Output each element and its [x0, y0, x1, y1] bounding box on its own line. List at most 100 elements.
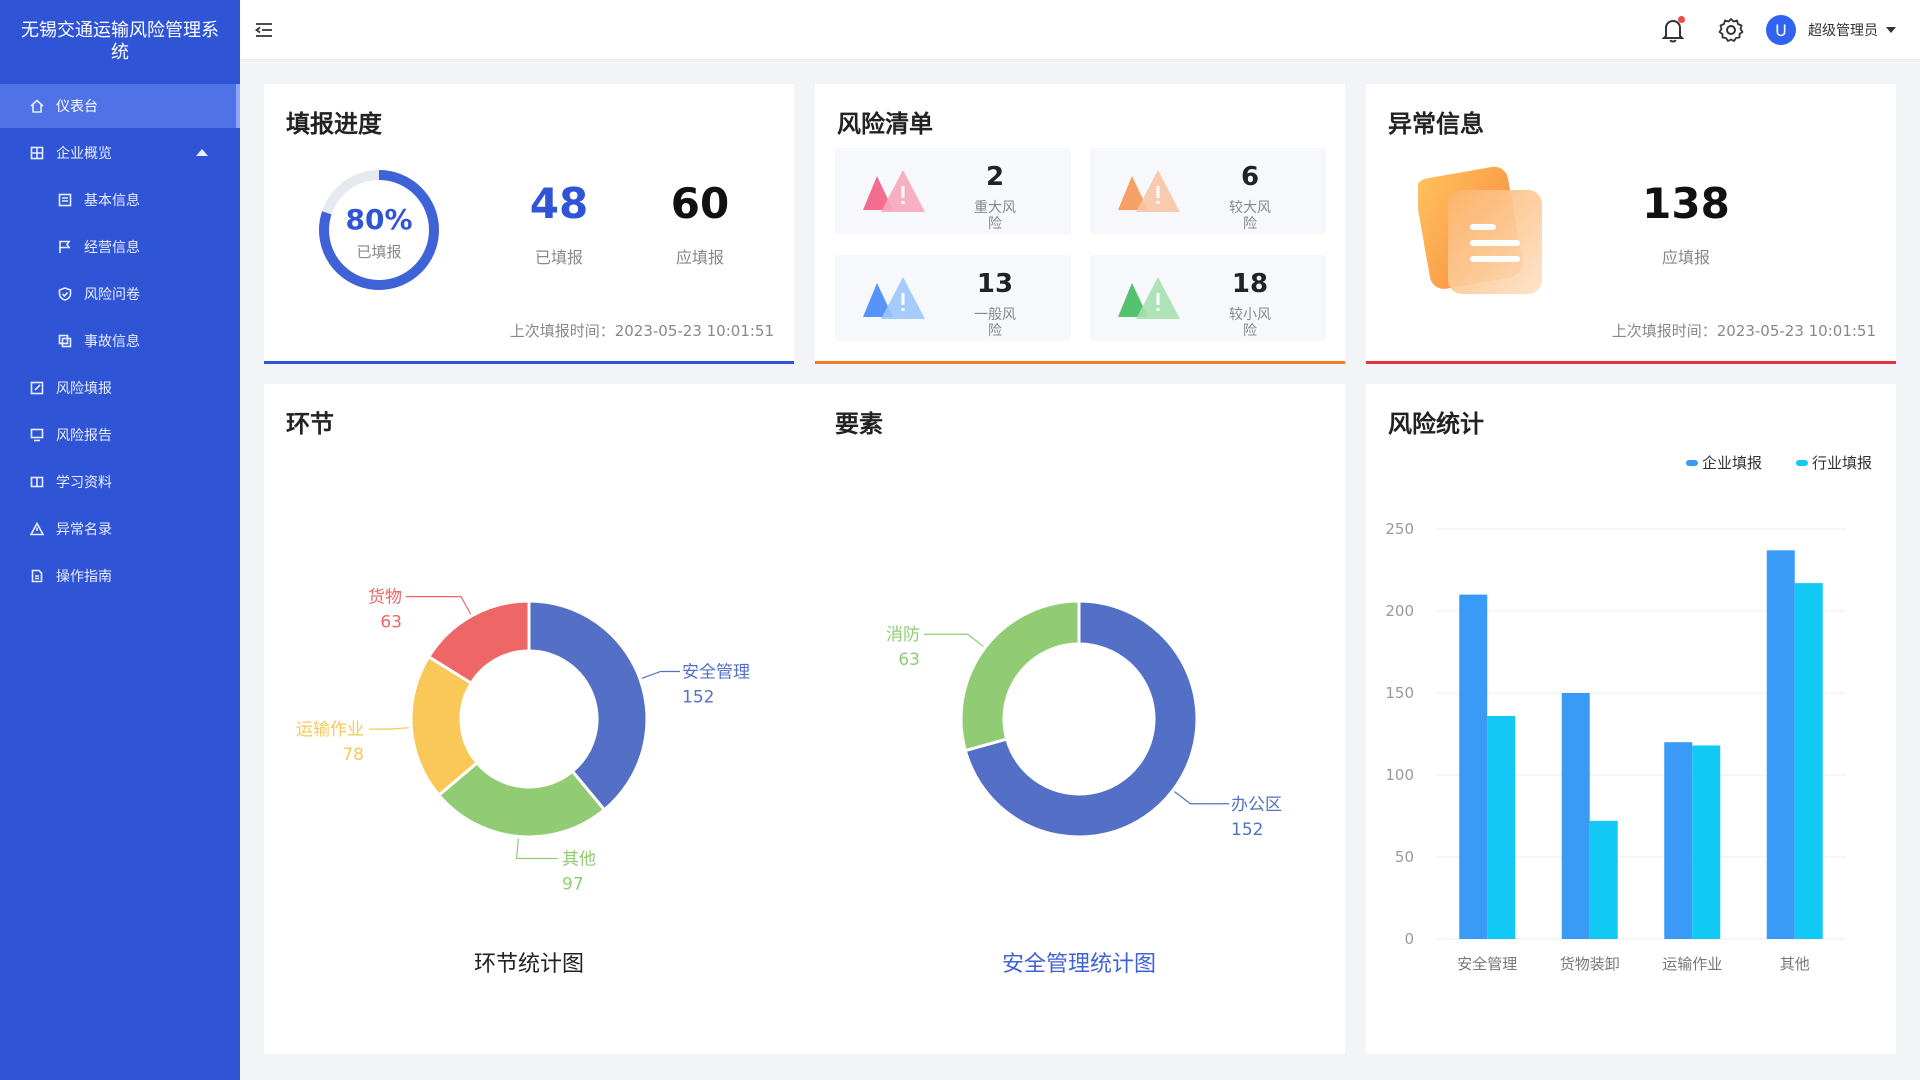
bar[interactable]: [1692, 745, 1721, 939]
copy-icon: [58, 334, 72, 348]
filled-label: 已填报: [534, 248, 583, 267]
required-count: 60: [670, 179, 730, 228]
sidebar-item-accident-info[interactable]: 事故信息: [0, 319, 240, 363]
element-chart-caption: 安全管理统计图: [1001, 952, 1156, 977]
risk-count: 18: [1231, 269, 1269, 299]
bar[interactable]: [1487, 715, 1516, 939]
y-tick-label: 200: [1385, 602, 1414, 620]
slice-label: 消防: [886, 625, 920, 645]
sidebar-item-risk-report-fill[interactable]: 风险填报: [0, 366, 240, 410]
donut-slice[interactable]: [527, 599, 649, 812]
flag-icon: [58, 240, 72, 254]
slice-value: 97: [562, 874, 584, 894]
sidebar-item-risk-report[interactable]: 风险报告: [0, 413, 240, 457]
avatar: U: [1766, 15, 1796, 45]
card-accent-line: [815, 361, 1345, 364]
settings-gear-icon[interactable]: [1718, 16, 1744, 44]
notification-dot: [1678, 16, 1685, 23]
sidebar-item-business-info[interactable]: 经营信息: [0, 225, 240, 269]
risk-label: 较小风险: [1229, 307, 1271, 339]
risk-label: 重大风险: [974, 200, 1016, 232]
user-menu[interactable]: U 超级管理员: [1766, 14, 1896, 46]
y-tick-label: 0: [1404, 930, 1414, 948]
info-icon: [58, 193, 72, 207]
sidebar-item-label: 风险问卷: [84, 287, 140, 303]
risk-count: 2: [985, 162, 1005, 192]
sidebar-item-company-overview[interactable]: 企业概览: [0, 131, 240, 175]
risk-bar-chart: 0 50 100 150 200 250 安全管理 货物装卸 运输作业 其他: [1385, 520, 1846, 973]
slice-label: 运输作业: [296, 720, 364, 740]
last-fill-time: 上次填报时间：2023-05-23 10:01:51: [1611, 322, 1876, 340]
risk-count: 13: [976, 269, 1014, 299]
sidebar-item-dashboard[interactable]: 仪表台: [0, 84, 240, 128]
sidebar-item-basic-info[interactable]: 基本信息: [0, 178, 240, 222]
anomaly-count: 138: [1642, 179, 1730, 228]
bar[interactable]: [1794, 583, 1823, 939]
x-tick-label: 其他: [1780, 955, 1810, 973]
bar[interactable]: [1664, 742, 1693, 939]
risk-tile-major[interactable]: 2 重大风险: [835, 148, 1071, 234]
risk-tile-general[interactable]: 13 一般风险: [835, 255, 1071, 341]
risk-tile-minor[interactable]: 18 较小风险: [1090, 255, 1326, 341]
chevron-down-icon: [1886, 27, 1896, 33]
sidebar-item-risk-survey[interactable]: 风险问卷: [0, 272, 240, 316]
filled-count: 48: [529, 179, 589, 228]
risk-list-card: 风险清单 2 重大风险 6 较大风险 13 一般风险 18 较小风险: [815, 84, 1345, 364]
slice-value: 152: [682, 687, 714, 707]
bar[interactable]: [1589, 820, 1618, 939]
monitor-icon: [30, 428, 44, 442]
sidebar-item-label: 基本信息: [84, 193, 140, 209]
card-title: 风险清单: [837, 110, 933, 138]
last-fill-time: 上次填报时间：2023-05-23 10:01:51: [509, 322, 774, 340]
label-leader-line: [641, 670, 680, 679]
bar[interactable]: [1459, 594, 1488, 939]
sidebar-item-learning[interactable]: 学习资料: [0, 460, 240, 504]
card-title: 异常信息: [1388, 110, 1484, 138]
label-leader-line: [1174, 791, 1229, 805]
slice-label: 货物: [368, 588, 402, 608]
sidebar-item-label: 学习资料: [56, 475, 112, 491]
warning-triangle-icon: [863, 277, 925, 319]
risk-tile-large[interactable]: 6 较大风险: [1090, 148, 1326, 234]
slice-value: 78: [342, 745, 364, 765]
warning-icon: [30, 522, 44, 536]
sidebar-item-label: 事故信息: [84, 334, 140, 350]
grid-icon: [30, 146, 44, 160]
label-leader-line: [924, 633, 984, 647]
home-icon: [30, 99, 44, 113]
slice-label: 办公区: [1231, 795, 1282, 815]
top-header: U 超级管理员: [240, 0, 1920, 60]
slice-value: 63: [898, 650, 920, 670]
risk-stats-card: 风险统计 企业填报 行业填报 0 50 100 150 200 250 安全管理 货物装卸 运输…: [1366, 384, 1896, 1054]
y-tick-label: 250: [1385, 520, 1414, 538]
file-icon: [30, 569, 44, 583]
sidebar-item-label: 仪表台: [56, 99, 98, 115]
card-accent-line: [264, 361, 794, 364]
sidebar-item-label: 操作指南: [56, 569, 112, 585]
warning-triangle-icon: [863, 170, 925, 212]
donut-slice[interactable]: [959, 599, 1081, 753]
warning-triangle-icon: [1118, 277, 1180, 319]
menu-toggle-icon[interactable]: [254, 20, 274, 40]
notification-bell-icon[interactable]: [1660, 16, 1686, 44]
user-name: 超级管理员: [1808, 23, 1878, 39]
sidebar-item-anomaly-list[interactable]: 异常名录: [0, 507, 240, 551]
x-tick-label: 货物装卸: [1560, 955, 1620, 973]
bar[interactable]: [1561, 693, 1590, 939]
label-leader-line: [515, 838, 558, 860]
bar[interactable]: [1766, 550, 1795, 939]
slice-label: 安全管理: [682, 662, 750, 682]
charts-card: 环节 要素 安全管理 152 其他 97 运输作业 78 货物 63 办公区 152 消防 63 环…: [264, 384, 1345, 1054]
card-accent-line: [1366, 361, 1896, 364]
sidebar: 无锡交通运输风险管理系统 仪表台 企业概览 基本信息 经营信息 风险问卷 事故信…: [0, 0, 240, 1080]
app-title: 无锡交通运输风险管理系统: [21, 20, 219, 63]
slice-label: 其他: [562, 849, 596, 869]
sidebar-item-guide[interactable]: 操作指南: [0, 554, 240, 598]
x-tick-label: 安全管理: [1457, 955, 1517, 973]
sidebar-item-label: 异常名录: [56, 522, 112, 538]
document-icon: [1418, 166, 1542, 294]
card-title: 填报进度: [286, 110, 382, 138]
label-leader-line: [369, 727, 410, 730]
chevron-up-icon: [196, 149, 208, 156]
anomaly-card: 异常信息 138 应填报 上次填报时间：2023-05-23 10:01:51: [1366, 84, 1896, 364]
